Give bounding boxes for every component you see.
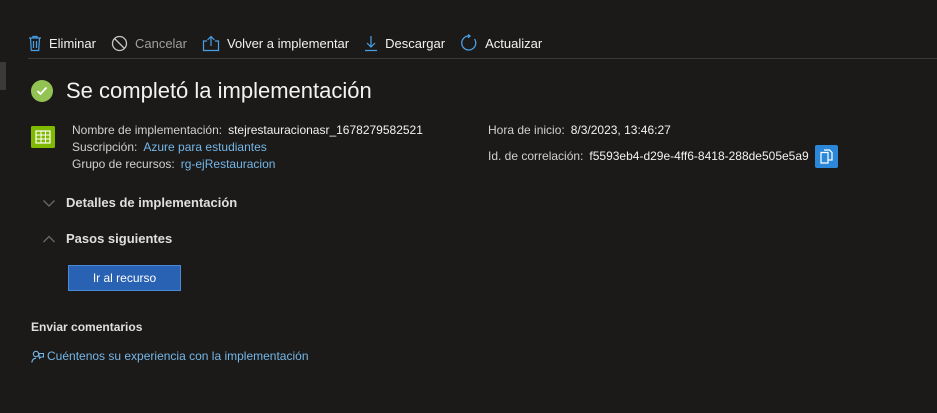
- subscription-label: Suscripción:: [72, 140, 138, 154]
- left-panel-edge: [0, 62, 6, 90]
- subscription-row: Suscripción: Azure para estudiantes: [72, 139, 423, 156]
- download-label: Descargar: [385, 35, 446, 51]
- resource-group-icon: [31, 126, 55, 148]
- feedback-link-text: Cuéntenos su experiencia con la implemen…: [47, 349, 309, 363]
- upload-icon: [202, 35, 220, 51]
- copy-icon: [820, 149, 833, 164]
- start-time-row: Hora de inicio: 8/3/2023, 13:46:27: [488, 122, 838, 139]
- refresh-button[interactable]: Actualizar: [460, 34, 542, 52]
- delete-label: Eliminar: [49, 35, 96, 51]
- deployment-details-toggle[interactable]: Detalles de implementación: [42, 195, 237, 210]
- subscription-link[interactable]: Azure para estudiantes: [143, 140, 266, 154]
- feedback-link[interactable]: Cuéntenos su experiencia con la implemen…: [31, 349, 309, 363]
- download-button[interactable]: Descargar: [364, 35, 445, 52]
- refresh-icon: [461, 34, 477, 51]
- correlation-id-label: Id. de correlación:: [488, 149, 584, 163]
- feedback-person-icon: [31, 350, 44, 363]
- deployment-name-label: Nombre de implementación:: [72, 123, 223, 137]
- download-icon: [365, 35, 378, 51]
- resource-group-row: Grupo de recursos: rg-ejRestauracion: [72, 156, 423, 173]
- feedback-title: Enviar comentarios: [31, 320, 143, 334]
- redeploy-button[interactable]: Volver a implementar: [202, 35, 349, 52]
- correlation-id-value: f5593eb4-d29e-4ff6-8418-288de505e5a9: [589, 149, 809, 163]
- title-row: Se completó la implementación: [31, 78, 372, 104]
- page-title: Se completó la implementación: [66, 78, 372, 103]
- trash-icon: [29, 35, 41, 51]
- summary-right-column: Hora de inicio: 8/3/2023, 13:46:27 Id. de…: [488, 122, 838, 168]
- command-bar: Eliminar Cancelar Volver a implementar D…: [28, 28, 937, 59]
- next-steps-title: Pasos siguientes: [66, 231, 173, 246]
- start-time-value: 8/3/2023, 13:46:27: [570, 123, 671, 137]
- success-check-icon: [31, 80, 53, 102]
- redeploy-label: Volver a implementar: [227, 35, 350, 51]
- correlation-id-row: Id. de correlación: f5593eb4-d29e-4ff6-84…: [488, 145, 838, 168]
- cancel-icon: [111, 35, 128, 51]
- chevron-down-icon: [43, 199, 55, 207]
- deployment-name-value: stejrestauracionasr_1678279582521: [228, 123, 423, 137]
- deployment-name-row: Nombre de implementación: stejrestauracio…: [72, 122, 423, 139]
- resource-group-label: Grupo de recursos:: [72, 157, 175, 171]
- delete-button[interactable]: Eliminar: [28, 35, 96, 52]
- chevron-up-icon: [43, 235, 55, 242]
- deployment-details-title: Detalles de implementación: [66, 195, 238, 210]
- summary-left-column: Nombre de implementación: stejrestauracio…: [72, 122, 423, 173]
- cancel-label: Cancelar: [134, 35, 187, 51]
- deployment-summary: Nombre de implementación: stejrestauracio…: [31, 122, 911, 178]
- copy-button[interactable]: [814, 145, 838, 168]
- next-steps-toggle[interactable]: Pasos siguientes: [42, 231, 172, 246]
- resource-group-link[interactable]: rg-ejRestauracion: [181, 157, 276, 171]
- refresh-label: Actualizar: [485, 35, 543, 51]
- cancel-button[interactable]: Cancelar: [111, 35, 187, 52]
- go-to-resource-button[interactable]: Ir al recurso: [68, 265, 181, 291]
- start-time-label: Hora de inicio:: [488, 123, 565, 137]
